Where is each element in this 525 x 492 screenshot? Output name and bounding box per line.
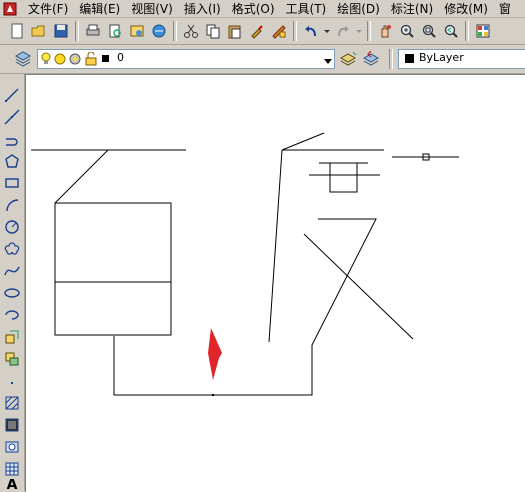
copy-icon[interactable] bbox=[203, 21, 223, 41]
drawing-line bbox=[303, 233, 414, 340]
layer-manager-icon[interactable] bbox=[13, 49, 33, 69]
match-properties-icon[interactable] bbox=[247, 21, 267, 41]
menu-view[interactable]: 视图(V) bbox=[126, 1, 179, 17]
app-icon[interactable] bbox=[3, 2, 17, 16]
menu-bar: 文件(F) 编辑(E) 视图(V) 插入(I) 格式(O) 工具(T) 绘图(D… bbox=[0, 0, 525, 18]
toolbar-separator bbox=[367, 21, 371, 41]
block-editor-icon[interactable] bbox=[269, 21, 289, 41]
drawing-polyline bbox=[113, 218, 377, 396]
gradient-icon[interactable] bbox=[2, 415, 22, 435]
pan-icon[interactable] bbox=[375, 21, 395, 41]
line-icon[interactable] bbox=[2, 85, 22, 105]
save-icon[interactable] bbox=[51, 21, 71, 41]
polygon-icon[interactable] bbox=[2, 151, 22, 171]
spline-icon[interactable] bbox=[2, 261, 22, 281]
circle-icon[interactable] bbox=[2, 217, 22, 237]
drawing-line bbox=[54, 149, 109, 204]
new-file-icon[interactable] bbox=[7, 21, 27, 41]
construction-line-icon[interactable] bbox=[2, 107, 22, 127]
zoom-previous-icon[interactable] bbox=[441, 21, 461, 41]
region-icon[interactable] bbox=[2, 437, 22, 457]
insert-block-icon[interactable] bbox=[2, 327, 22, 347]
polyline-icon[interactable] bbox=[2, 129, 22, 149]
color-value: ByLayer bbox=[419, 51, 464, 64]
drawing-canvas[interactable] bbox=[25, 74, 525, 492]
print-preview-icon[interactable] bbox=[105, 21, 125, 41]
layer-previous-icon[interactable] bbox=[361, 49, 381, 69]
layer-color-swatch bbox=[102, 55, 109, 62]
menu-format[interactable]: 格式(O) bbox=[227, 1, 281, 17]
drawing-point bbox=[212, 394, 214, 396]
lightbulb-icon bbox=[41, 52, 51, 69]
publish-icon[interactable] bbox=[127, 21, 147, 41]
toolbar-separator bbox=[465, 21, 469, 41]
color-swatch bbox=[405, 54, 414, 63]
make-block-icon[interactable] bbox=[2, 349, 22, 369]
drawing-line bbox=[281, 132, 325, 151]
plot-icon[interactable] bbox=[149, 21, 169, 41]
undo-icon[interactable] bbox=[301, 21, 321, 41]
layers-toolbar: 0 ByLayer bbox=[0, 45, 525, 74]
toolbar-separator bbox=[389, 49, 393, 69]
viewport-freeze-icon bbox=[68, 52, 82, 69]
make-layer-current-icon[interactable] bbox=[338, 49, 358, 69]
menu-dimension[interactable]: 标注(N) bbox=[386, 1, 439, 17]
drawing-line bbox=[268, 149, 283, 343]
layer-dropdown[interactable]: 0 bbox=[37, 49, 335, 69]
menu-file[interactable]: 文件(F) bbox=[23, 1, 74, 17]
cut-icon[interactable] bbox=[181, 21, 201, 41]
drawing-svg bbox=[31, 132, 459, 396]
toolbar-separator bbox=[173, 21, 177, 41]
menu-modify[interactable]: 修改(M) bbox=[439, 1, 494, 17]
menu-draw[interactable]: 绘图(D) bbox=[332, 1, 386, 17]
menu-edit[interactable]: 编辑(E) bbox=[74, 1, 126, 17]
table-icon[interactable] bbox=[2, 459, 22, 479]
print-icon[interactable] bbox=[83, 21, 103, 41]
redo-dropdown-icon[interactable] bbox=[355, 21, 363, 41]
drawing-polyline bbox=[329, 163, 358, 193]
multiline-text-icon[interactable]: A bbox=[2, 479, 22, 491]
standard-toolbar bbox=[0, 18, 525, 45]
hatch-icon[interactable] bbox=[2, 393, 22, 413]
point-icon[interactable] bbox=[2, 371, 22, 391]
revision-cloud-icon[interactable] bbox=[2, 239, 22, 259]
current-layer-name: 0 bbox=[117, 51, 124, 64]
toolbar-separator bbox=[75, 21, 79, 41]
sun-icon bbox=[53, 52, 67, 69]
ellipse-icon[interactable] bbox=[2, 283, 22, 303]
menu-window[interactable]: 窗 bbox=[494, 1, 517, 17]
properties-icon[interactable] bbox=[473, 21, 493, 41]
chevron-down-icon bbox=[324, 55, 332, 68]
zoom-realtime-icon[interactable] bbox=[397, 21, 417, 41]
arc-icon[interactable] bbox=[2, 195, 22, 215]
drawing-rectangle bbox=[54, 202, 172, 336]
red-arrow-indicator bbox=[208, 328, 222, 380]
open-icon[interactable] bbox=[29, 21, 49, 41]
ellipse-arc-icon[interactable] bbox=[2, 305, 22, 325]
menu-tools[interactable]: 工具(T) bbox=[281, 1, 333, 17]
text-glyph: A bbox=[6, 479, 18, 491]
toolbar-separator bbox=[293, 21, 297, 41]
paste-icon[interactable] bbox=[225, 21, 245, 41]
redo-icon[interactable] bbox=[333, 21, 353, 41]
menu-insert[interactable]: 插入(I) bbox=[179, 1, 227, 17]
draw-toolbar: A bbox=[0, 74, 25, 491]
zoom-window-icon[interactable] bbox=[419, 21, 439, 41]
lock-icon bbox=[85, 51, 97, 69]
rectangle-icon[interactable] bbox=[2, 173, 22, 193]
color-dropdown[interactable]: ByLayer bbox=[398, 49, 525, 69]
undo-dropdown-icon[interactable] bbox=[323, 21, 331, 41]
